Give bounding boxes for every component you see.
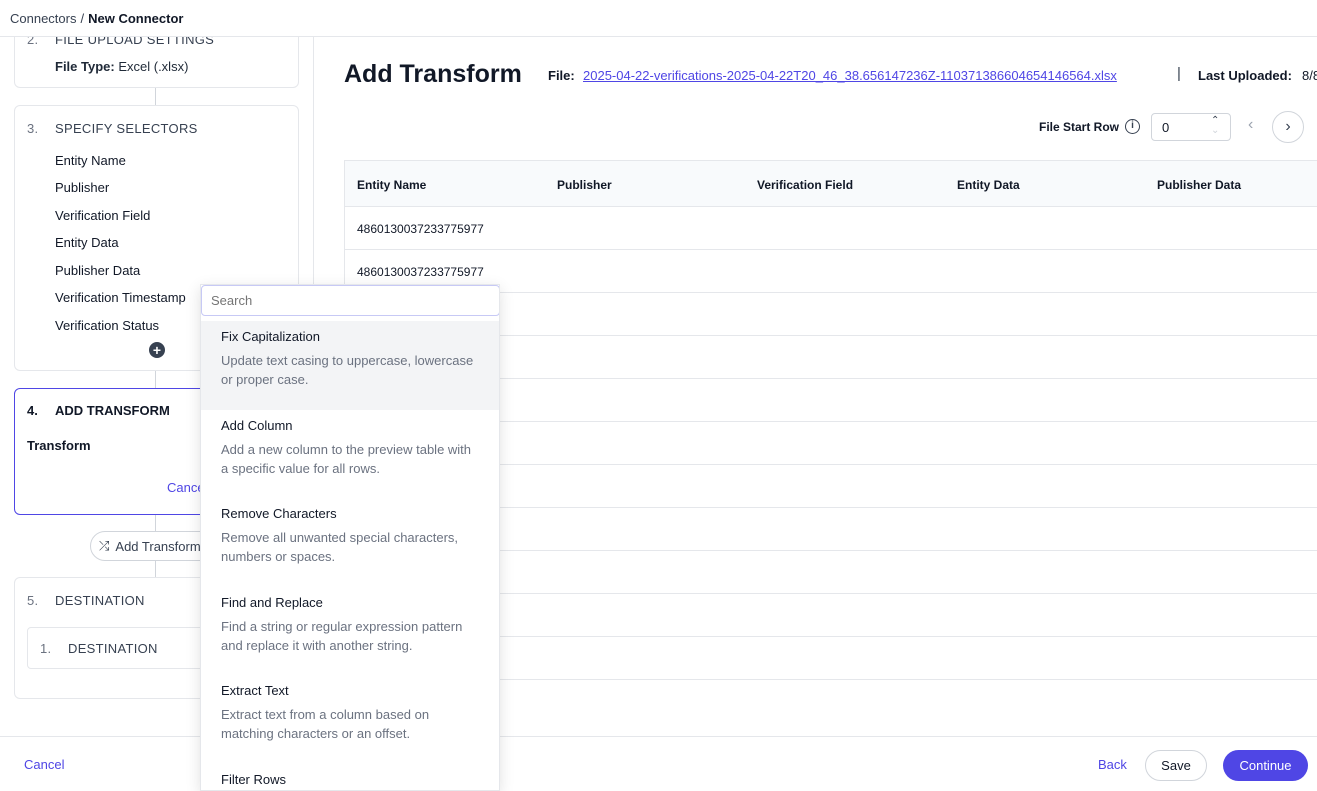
table-cell: 4860130037233775977 bbox=[357, 265, 484, 279]
selector-item[interactable]: Publisher bbox=[55, 180, 109, 195]
add-selector-icon[interactable]: + bbox=[149, 342, 165, 358]
next-page-button[interactable]: › bbox=[1272, 111, 1304, 143]
selector-item[interactable]: Publisher Data bbox=[55, 263, 140, 278]
step-title: FILE UPLOAD SETTINGS bbox=[55, 37, 215, 47]
step-destination-heading: 5. DESTINATION bbox=[27, 593, 145, 608]
last-uploaded-value: 8/8 bbox=[1302, 68, 1317, 83]
table-cell: 4860130037233775977 bbox=[357, 222, 484, 236]
stepper-icon[interactable]: ⌃ ⌄ bbox=[1211, 116, 1219, 136]
step-selectors-heading: 3. SPECIFY SELECTORS bbox=[27, 121, 198, 136]
option-title: Filter Rows bbox=[221, 772, 287, 787]
column-header: Publisher Data bbox=[1157, 178, 1242, 192]
selector-item[interactable]: Entity Name bbox=[55, 153, 126, 168]
option-title: Add Column bbox=[221, 418, 293, 433]
selector-item[interactable]: Verification Field bbox=[55, 208, 150, 223]
option-description: Remove all unwanted special characters, … bbox=[221, 530, 459, 564]
transform-dropdown: Fix Capitalization Update text casing to… bbox=[200, 284, 500, 791]
file-label: File: bbox=[548, 68, 575, 83]
page-title: Add Transform bbox=[344, 60, 522, 88]
table-header: Entity Name Publisher Verification Field… bbox=[345, 161, 1317, 207]
option-description: Update text casing to uppercase, lowerca… bbox=[221, 353, 474, 387]
step-number: 1. bbox=[40, 641, 52, 656]
breadcrumb: Connectors / New Connector bbox=[0, 0, 1317, 37]
column-header: Entity Name bbox=[357, 178, 427, 192]
continue-button[interactable]: Continue bbox=[1223, 750, 1308, 781]
selector-item[interactable]: Verification Status bbox=[55, 318, 159, 333]
breadcrumb-separator: / bbox=[80, 10, 85, 26]
step-number: 4. bbox=[27, 403, 38, 418]
save-button[interactable]: Save bbox=[1145, 750, 1207, 781]
transform-option-fix-capitalization[interactable]: Fix Capitalization Update text casing to… bbox=[201, 321, 499, 410]
file-type-value: Excel (.xlsx) bbox=[118, 59, 189, 74]
step-number: 2. bbox=[27, 37, 39, 47]
file-name-link[interactable]: 2025-04-22-verifications-2025-04-22T20_4… bbox=[583, 68, 1117, 83]
step-number: 3. bbox=[27, 121, 39, 136]
transform-label: Transform bbox=[27, 438, 91, 453]
destination-sub-heading: 1. DESTINATION bbox=[40, 641, 158, 656]
step-connector-line bbox=[155, 371, 156, 388]
file-type-label: File Type: bbox=[55, 59, 115, 74]
footer-bar: Cancel Back Save Continue bbox=[0, 736, 1317, 791]
header-divider: | bbox=[1177, 65, 1181, 82]
transform-option-remove-characters[interactable]: Remove Characters Remove all unwanted sp… bbox=[201, 498, 499, 587]
option-title: Remove Characters bbox=[221, 506, 337, 521]
file-start-row-label: File Start Row bbox=[1039, 120, 1120, 134]
add-transform-label: Add Transform bbox=[115, 538, 201, 554]
transform-option-extract-text[interactable]: Extract Text Extract text from a column … bbox=[201, 675, 499, 764]
info-icon[interactable]: i bbox=[1125, 119, 1140, 134]
option-title: Find and Replace bbox=[221, 595, 323, 610]
column-header: Verification Field bbox=[757, 178, 854, 192]
option-title: Fix Capitalization bbox=[221, 329, 320, 344]
option-description: Find a string or regular expression patt… bbox=[221, 619, 463, 653]
column-header: Publisher bbox=[557, 178, 612, 192]
step-connector-line bbox=[155, 88, 156, 105]
last-uploaded-label: Last Uploaded: bbox=[1198, 68, 1292, 83]
option-title: Extract Text bbox=[221, 683, 289, 698]
transform-search-input[interactable] bbox=[201, 285, 499, 316]
option-description: Add a new column to the preview table wi… bbox=[221, 442, 472, 476]
table-row: 4860130037233775977 bbox=[345, 207, 1317, 250]
file-type-row: File Type: Excel (.xlsx) bbox=[55, 59, 188, 74]
selector-item[interactable]: Verification Timestamp bbox=[55, 290, 186, 305]
step-number: 5. bbox=[27, 593, 39, 608]
step-file-upload-card[interactable]: 2. FILE UPLOAD SETTINGS File Type: Excel … bbox=[14, 37, 299, 88]
step-file-upload-heading: 2. FILE UPLOAD SETTINGS bbox=[27, 37, 214, 47]
option-description: Extract text from a column based on matc… bbox=[221, 707, 430, 741]
transform-option-find-and-replace[interactable]: Find and Replace Find a string or regula… bbox=[201, 587, 499, 675]
breadcrumb-connectors-link[interactable]: Connectors bbox=[10, 11, 76, 26]
column-header: Entity Data bbox=[957, 178, 1020, 192]
transform-option-filter-rows[interactable]: Filter Rows bbox=[201, 764, 499, 790]
previous-page-icon[interactable]: ‹ bbox=[1248, 116, 1253, 134]
breadcrumb-current: New Connector bbox=[88, 10, 184, 26]
step-title: DESTINATION bbox=[55, 593, 145, 608]
chevron-right-icon: › bbox=[1285, 118, 1291, 135]
step-transform-heading: 4. ADD TRANSFORM bbox=[27, 403, 170, 418]
step-title: DESTINATION bbox=[68, 641, 158, 656]
step-title: SPECIFY SELECTORS bbox=[55, 121, 198, 136]
step-title: ADD TRANSFORM bbox=[55, 403, 170, 418]
shuffle-icon: ⤮ bbox=[99, 538, 110, 553]
back-button[interactable]: Back bbox=[1098, 757, 1127, 772]
step-connector-line bbox=[155, 515, 156, 532]
cancel-button[interactable]: Cancel bbox=[24, 757, 64, 772]
step-connector-line bbox=[155, 561, 156, 577]
transform-option-add-column[interactable]: Add Column Add a new column to the previ… bbox=[201, 410, 499, 498]
selector-item[interactable]: Entity Data bbox=[55, 235, 119, 250]
